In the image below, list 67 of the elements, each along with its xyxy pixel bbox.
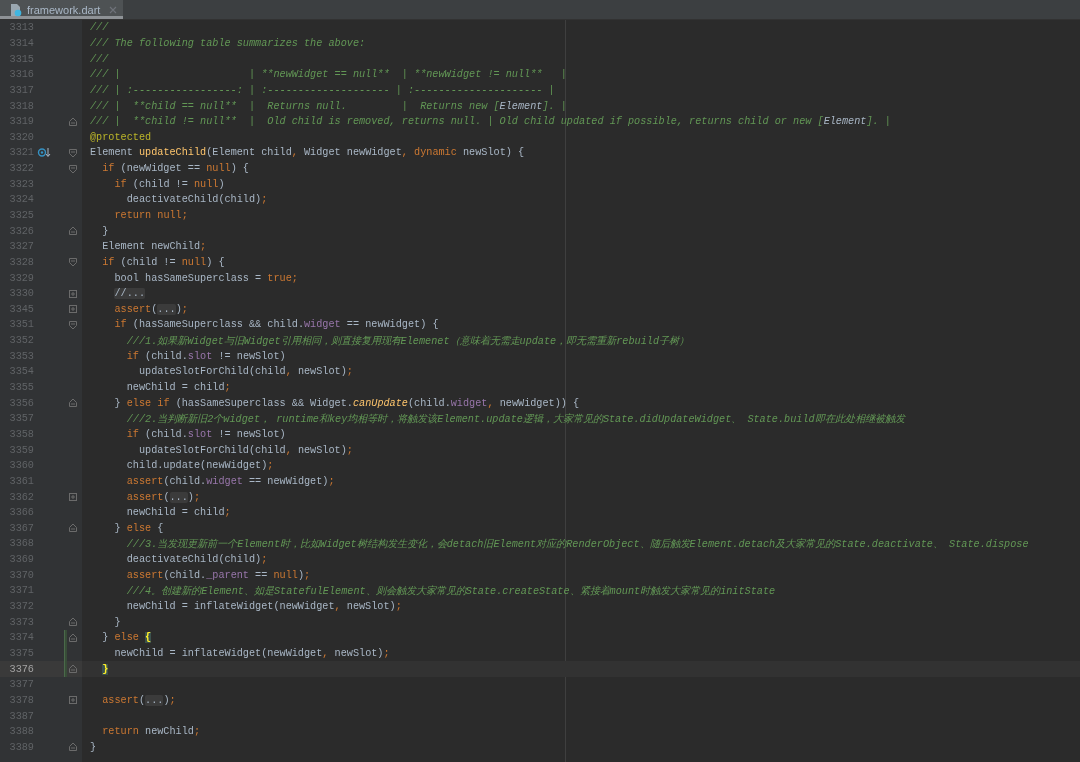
- fold-icon[interactable]: [68, 163, 78, 174]
- code-line: assert(...);: [125, 491, 201, 503]
- code-line: deactivateChild(child);: [125, 194, 268, 206]
- fold-icon[interactable]: [68, 257, 78, 268]
- code-line: @protected: [89, 131, 152, 143]
- close-icon[interactable]: [109, 5, 118, 14]
- code-line: bool hasSameSuperclass = true;: [113, 272, 298, 284]
- code-line: } else {: [101, 632, 152, 644]
- code-line: Element updateChild(Element child, Widget newWidget, dynamic newSlot) {: [89, 147, 525, 159]
- code-line: newChild = child;: [125, 507, 231, 519]
- code-comment: ///3.当发现更新前一个Element时，比如Widget树结构发生变化，会detach旧Element对应的RenderObject、随后触发Element.detach及大家常见的State.deactivate、 State.dispose: [125, 537, 1029, 551]
- expand-icon[interactable]: [68, 695, 78, 706]
- code-comment: ///2.当判断新旧2个widget， runtime和key均相等时，将触发该Element.update逻辑，大家常见的State.didUpdateWidget、 State.build即在此处相继被触发: [125, 412, 905, 426]
- fold-end-icon[interactable]: [68, 617, 78, 628]
- file-icon: [10, 2, 22, 17]
- code-comment: ///: [89, 53, 109, 65]
- code-line: } else {: [113, 522, 164, 534]
- code-line: }: [89, 741, 97, 753]
- override-marker-icon[interactable]: [37, 147, 51, 159]
- code-line: Element newChild;: [101, 241, 207, 253]
- code-comment: ///1.如果新Widget与旧Widget引用相同，则直接复用现有Elemenet（意味着无需走update，即无需重新rebuild子树）: [125, 334, 689, 348]
- change-marker[interactable]: [64, 645, 67, 662]
- code-line: assert(...);: [101, 694, 176, 706]
- fold-end-icon[interactable]: [68, 398, 78, 409]
- code-line: return null;: [113, 210, 188, 221]
- line-number: 3376: [8, 663, 34, 675]
- code-line: } else if (hasSameSuperclass && Widget.canUpdate(child.widget, newWidget)) {: [113, 397, 580, 409]
- fold-end-icon[interactable]: [68, 226, 78, 237]
- change-marker[interactable]: [64, 661, 67, 677]
- code-line: if (child.slot != newSlot): [125, 428, 286, 440]
- code-line: newChild = inflateWidget(newWidget, newSlot);: [125, 601, 402, 612]
- code-comment: /// The following table summarizes the above:: [89, 37, 366, 49]
- fold-end-icon[interactable]: [68, 523, 78, 534]
- fold-end-icon[interactable]: [68, 742, 78, 753]
- code-line: newChild = child;: [125, 382, 231, 394]
- code-line: if (child != null) {: [101, 256, 225, 268]
- code-line: assert(child.widget == newWidget);: [125, 475, 335, 487]
- code-line: deactivateChild(child);: [125, 554, 268, 566]
- code-line: return newChild;: [101, 726, 201, 738]
- fold-end-icon[interactable]: [68, 632, 78, 643]
- code-line: newChild = inflateWidget(newWidget, newSlot);: [113, 647, 390, 659]
- expand-icon[interactable]: [68, 288, 78, 299]
- code-comment: ///4。创建新的Element、如是StatefulElement、则会触发大家常见的State.createState、紧接着mount时触发大家常见的initState: [125, 584, 776, 598]
- change-marker[interactable]: [64, 630, 67, 646]
- code-comment: /// | **child == null** | Returns null. | Returns new [Element]. |: [89, 100, 567, 112]
- code-line: if (child != null): [113, 178, 225, 190]
- code-line: assert(...);: [113, 303, 188, 315]
- code-line: if (child.slot != newSlot): [125, 350, 286, 362]
- expand-icon[interactable]: [68, 492, 78, 503]
- code-line: }: [101, 225, 109, 237]
- code-line: assert(child._parent == null);: [125, 569, 311, 581]
- code-comment: /// | **child != null** | Old child is removed, returns null. | Old child updated if possible, returns child or new [Element]. |: [89, 116, 891, 128]
- code-line: }: [113, 616, 121, 628]
- fold-end-icon[interactable]: [68, 664, 78, 675]
- code-line: updateSlotForChild(child, newSlot);: [137, 444, 353, 456]
- expand-icon[interactable]: [68, 304, 78, 315]
- fold-end-icon[interactable]: [68, 116, 78, 127]
- code-line: updateSlotForChild(child, newSlot);: [137, 366, 353, 378]
- code-comment: /// | | **newWidget == null** | **newWidget != null** |: [89, 69, 567, 81]
- code-comment: /// | :-----------------: | :-------------------- | :--------------------- |: [89, 84, 555, 96]
- editor-tab[interactable]: framework.dart: [0, 0, 124, 19]
- code-line: child.update(newWidget);: [125, 460, 274, 472]
- code-line: if (newWidget == null) {: [101, 163, 249, 175]
- fold-icon[interactable]: [68, 147, 78, 158]
- code-comment: ///: [89, 22, 109, 34]
- fold-icon[interactable]: [68, 320, 78, 330]
- code-line: if (hasSameSuperclass && child.widget == newWidget) {: [113, 319, 439, 331]
